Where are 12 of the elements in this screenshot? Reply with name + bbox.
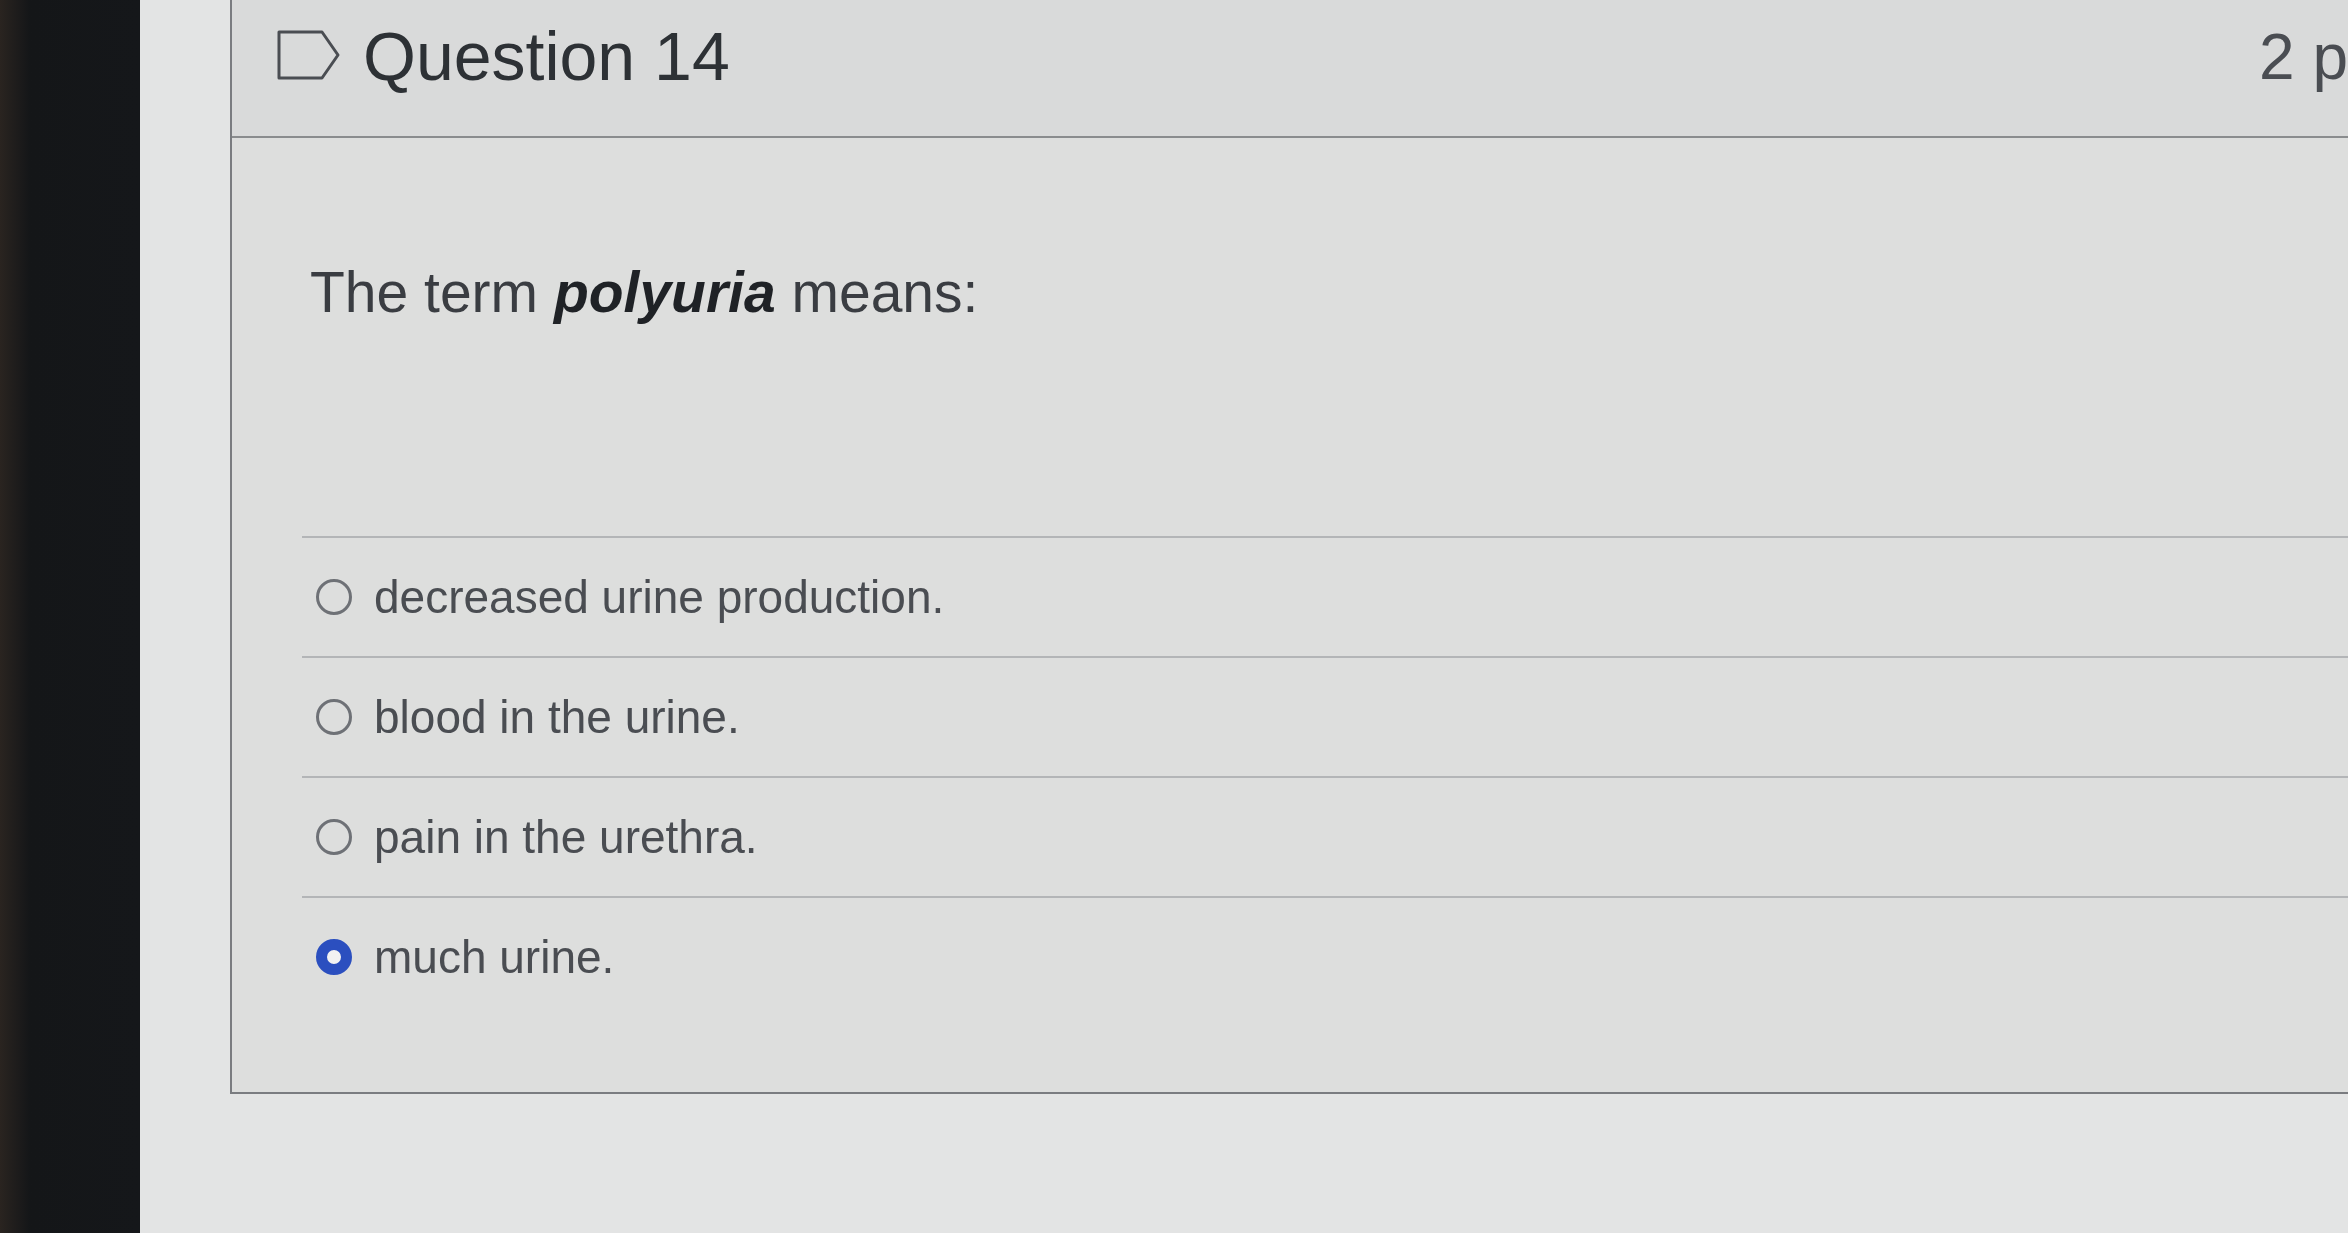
radio-button[interactable] (316, 819, 352, 855)
answer-label[interactable]: decreased urine production. (374, 570, 945, 624)
radio-button[interactable] (316, 699, 352, 735)
question-title: Question 14 (363, 17, 730, 95)
answer-label[interactable]: blood in the urine. (374, 690, 740, 744)
question-prompt: The term polyuria means: (310, 259, 979, 326)
answer-label[interactable]: much urine. (374, 930, 615, 984)
flag-icon[interactable] (277, 30, 341, 80)
radio-button[interactable] (316, 939, 352, 975)
radio-button[interactable] (316, 579, 352, 615)
points-label: 2 p (2259, 20, 2348, 94)
answer-label[interactable]: pain in the urethra. (374, 810, 758, 864)
